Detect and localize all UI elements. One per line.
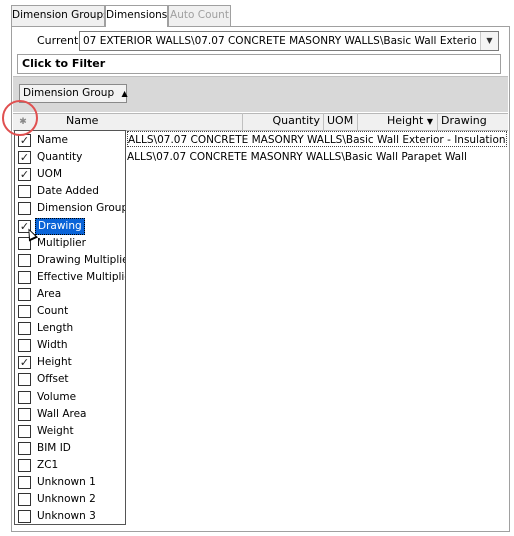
column-chooser-item-label: BIM ID bbox=[37, 441, 71, 454]
table-row[interactable]: ALLS\07.07 CONCRETE MASONRY WALLS\Basic … bbox=[127, 131, 507, 147]
column-chooser-item-label: Date Added bbox=[37, 185, 99, 198]
column-chooser-item-label: Effective Multiplier bbox=[37, 270, 125, 283]
sort-descending-icon: ▼ bbox=[426, 117, 433, 126]
column-chooser-item-label: Unknown 2 bbox=[37, 493, 96, 506]
column-header-quantity[interactable]: Quantity bbox=[243, 113, 324, 131]
checkbox[interactable] bbox=[18, 441, 31, 455]
column-chooser-item[interactable]: Volume bbox=[16, 389, 125, 406]
column-chooser-item-label: Drawing Multiplier bbox=[37, 253, 125, 266]
column-header-uom[interactable]: UOM bbox=[324, 113, 358, 131]
column-chooser-item-label: UOM bbox=[37, 168, 63, 181]
checkbox[interactable] bbox=[18, 510, 31, 524]
checkbox[interactable] bbox=[18, 305, 31, 318]
column-chooser-item[interactable]: Wall Area bbox=[16, 406, 125, 423]
checkbox[interactable] bbox=[18, 253, 31, 267]
checkbox[interactable] bbox=[18, 373, 31, 387]
column-chooser-item[interactable]: Dimension Group bbox=[16, 200, 125, 217]
column-chooser-item[interactable]: Count bbox=[16, 303, 125, 320]
column-chooser-item-label: ZC1 bbox=[37, 458, 59, 471]
column-chooser-item[interactable]: Weight bbox=[16, 423, 125, 440]
column-chooser-item[interactable]: ✓ Height bbox=[16, 354, 125, 371]
column-chooser-item[interactable]: ✓ Name bbox=[16, 132, 125, 149]
column-header-drawing[interactable]: Drawing bbox=[438, 113, 508, 131]
column-chooser-item[interactable]: ✓ UOM bbox=[16, 166, 125, 183]
column-chooser-item-label: Offset bbox=[37, 373, 69, 386]
current-dropdown[interactable]: 07 EXTERIOR WALLS\07.07 CONCRETE MASONRY… bbox=[79, 31, 499, 51]
column-chooser-item[interactable]: BIM ID bbox=[16, 440, 125, 457]
column-chooser-item-label: Name bbox=[37, 134, 68, 146]
highlight-ring bbox=[2, 100, 38, 136]
checkbox[interactable] bbox=[18, 322, 31, 336]
column-chooser-item[interactable]: ✓ Quantity bbox=[16, 149, 125, 166]
column-chooser-item[interactable]: Length bbox=[16, 320, 125, 337]
checkbox[interactable] bbox=[18, 476, 31, 489]
column-chooser-item-label: Wall Area bbox=[37, 407, 87, 420]
chevron-down-icon[interactable]: ▼ bbox=[480, 32, 498, 50]
column-chooser-item[interactable]: Effective Multiplier bbox=[16, 269, 125, 286]
column-chooser-item[interactable]: Offset bbox=[16, 371, 125, 388]
table-row[interactable]: ALLS\07.07 CONCRETE MASONRY WALLS\Basic … bbox=[127, 149, 507, 165]
checkbox[interactable] bbox=[18, 270, 31, 284]
current-label: Current: bbox=[37, 34, 83, 47]
group-chip-dimension-group[interactable]: Dimension Group ▲ bbox=[19, 84, 128, 103]
checkbox[interactable] bbox=[18, 202, 31, 216]
column-chooser-item-label: Quantity bbox=[37, 151, 83, 164]
checkbox[interactable] bbox=[18, 424, 31, 438]
column-header-height-label: Height bbox=[386, 114, 424, 127]
column-chooser-item[interactable]: Drawing Multiplier bbox=[16, 252, 125, 269]
column-chooser-item-label: Drawing bbox=[35, 217, 85, 235]
column-chooser-item[interactable]: Width bbox=[16, 337, 125, 354]
column-chooser-item-label: Weight bbox=[37, 424, 74, 437]
checkbox[interactable] bbox=[18, 287, 31, 301]
column-chooser-item-label: Volume bbox=[37, 390, 77, 403]
tab-auto-count[interactable]: Auto Count bbox=[168, 5, 231, 26]
checkbox[interactable] bbox=[18, 407, 31, 421]
column-chooser-item-label: Count bbox=[37, 305, 69, 317]
current-value: 07 EXTERIOR WALLS\07.07 CONCRETE MASONRY… bbox=[83, 35, 476, 47]
column-chooser-item-label: Length bbox=[37, 322, 74, 335]
checkbox[interactable] bbox=[18, 458, 31, 472]
column-chooser-item-label: Height bbox=[37, 356, 72, 369]
checkbox[interactable] bbox=[18, 185, 31, 199]
group-chip-label: Dimension Group bbox=[23, 87, 115, 99]
checkbox[interactable] bbox=[18, 493, 31, 507]
checkbox[interactable]: ✓ bbox=[18, 168, 31, 182]
column-chooser-item-label: Unknown 3 bbox=[37, 510, 96, 523]
tab-dimensions[interactable]: Dimensions bbox=[105, 5, 168, 27]
column-chooser-item[interactable]: Unknown 1 bbox=[16, 474, 125, 491]
column-chooser-item[interactable]: Unknown 3 bbox=[16, 508, 125, 525]
triangle-up-icon: ▲ bbox=[121, 89, 128, 98]
column-chooser-item[interactable]: Area bbox=[16, 286, 125, 303]
column-chooser-item[interactable]: Unknown 2 bbox=[16, 491, 125, 508]
column-chooser-item-label: Unknown 1 bbox=[37, 476, 96, 488]
tab-dimension-groups[interactable]: Dimension Groups bbox=[11, 5, 105, 26]
column-chooser-item-label: Dimension Group bbox=[37, 202, 125, 215]
checkbox[interactable]: ✓ bbox=[18, 356, 31, 370]
column-chooser-item[interactable]: ZC1 bbox=[16, 457, 125, 474]
column-chooser-item-label: Width bbox=[37, 339, 68, 352]
checkbox[interactable] bbox=[18, 339, 31, 353]
column-header-height[interactable]: Height ▼ bbox=[358, 113, 438, 131]
column-chooser-item[interactable]: Date Added bbox=[16, 183, 125, 200]
checkbox[interactable] bbox=[18, 390, 31, 404]
column-chooser-item-label: Multiplier bbox=[37, 236, 86, 249]
column-chooser-item-label: Area bbox=[37, 287, 62, 300]
filter-row[interactable]: Click to Filter bbox=[17, 54, 501, 74]
column-header-name[interactable]: Name bbox=[63, 113, 243, 131]
checkbox[interactable]: ✓ bbox=[18, 151, 31, 165]
